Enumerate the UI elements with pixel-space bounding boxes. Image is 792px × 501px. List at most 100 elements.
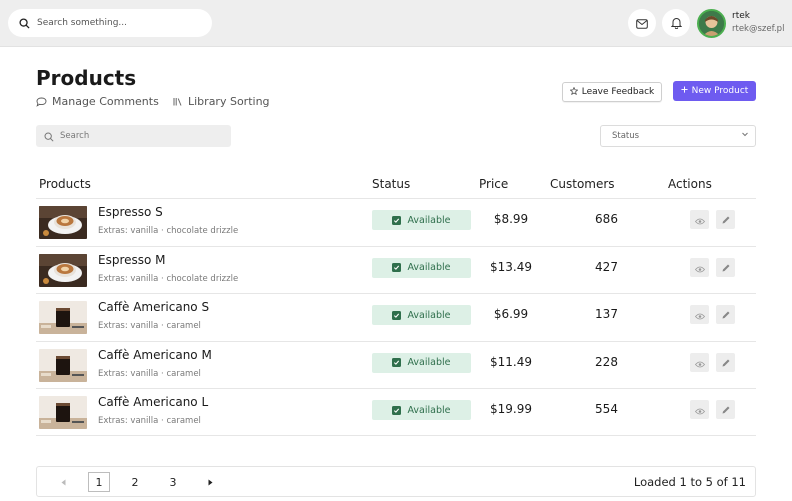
pencil-icon xyxy=(721,210,731,229)
column-header-price: Price xyxy=(479,177,509,191)
view-button[interactable] xyxy=(690,210,709,229)
product-customers: 137 xyxy=(595,307,618,321)
status-badge: Available xyxy=(372,257,471,278)
top-bar: Search something... rtek rtek@szef.pl xyxy=(0,0,792,47)
product-extras: Extras: vanilla · caramel xyxy=(98,416,201,426)
product-image-americano xyxy=(39,301,87,334)
product-search-input[interactable]: Search xyxy=(36,125,231,147)
product-name[interactable]: Espresso M xyxy=(98,253,166,267)
table-row: Caffè Americano M Extras: vanilla · cara… xyxy=(36,340,756,389)
mail-icon xyxy=(636,14,648,33)
pencil-icon xyxy=(721,353,731,372)
page-button-2[interactable]: 2 xyxy=(127,472,143,492)
product-extras: Extras: vanilla · chocolate drizzle xyxy=(98,226,239,236)
status-badge-label: Available xyxy=(407,309,451,321)
check-icon xyxy=(392,310,402,320)
view-button[interactable] xyxy=(690,305,709,324)
product-name[interactable]: Caffè Americano S xyxy=(98,300,209,314)
column-header-products: Products xyxy=(39,177,91,191)
product-price: $8.99 xyxy=(493,212,529,226)
pencil-icon xyxy=(721,305,731,324)
pencil-icon xyxy=(721,400,731,419)
eye-icon xyxy=(694,353,705,372)
status-badge: Available xyxy=(372,400,471,420)
product-customers: 686 xyxy=(595,212,618,226)
pencil-icon xyxy=(721,258,731,277)
comment-icon xyxy=(36,97,47,107)
edit-button[interactable] xyxy=(716,305,735,324)
leave-feedback-button[interactable]: Leave Feedback xyxy=(562,82,662,102)
product-image-espresso xyxy=(39,206,87,239)
check-icon xyxy=(392,358,402,367)
table-row: Espresso S Extras: vanilla · chocolate d… xyxy=(36,198,756,246)
product-customers: 427 xyxy=(595,259,618,274)
library-sorting-link[interactable]: Library Sorting xyxy=(173,95,270,108)
page-button-3[interactable]: 3 xyxy=(165,472,181,492)
star-icon xyxy=(569,86,579,98)
view-button[interactable] xyxy=(690,352,709,372)
prev-page-button[interactable] xyxy=(57,472,69,492)
product-customers: 554 xyxy=(595,402,618,416)
eye-icon xyxy=(694,258,705,277)
product-extras: Extras: vanilla · chocolate drizzle xyxy=(98,273,239,284)
status-badge-label: Available xyxy=(407,404,451,416)
global-search-placeholder: Search something... xyxy=(37,18,128,28)
next-page-button[interactable] xyxy=(204,472,216,492)
check-icon xyxy=(392,215,402,225)
avatar[interactable] xyxy=(697,9,726,38)
product-price: $6.99 xyxy=(493,307,529,321)
product-customers: 228 xyxy=(595,354,618,369)
product-name[interactable]: Caffè Americano M xyxy=(98,348,212,362)
status-filter-select[interactable]: Status xyxy=(600,125,756,147)
product-name[interactable]: Caffè Americano L xyxy=(98,395,208,409)
leave-feedback-label: Leave Feedback xyxy=(581,87,655,97)
edit-button[interactable] xyxy=(716,257,735,277)
pagination-info: Loaded 1 to 5 of 11 xyxy=(633,475,746,489)
table-row: Espresso M Extras: vanilla · chocolate d… xyxy=(36,245,756,294)
product-image-americano xyxy=(39,348,87,382)
product-name[interactable]: Espresso S xyxy=(98,205,163,219)
notifications-button[interactable] xyxy=(662,9,690,37)
edit-button[interactable] xyxy=(716,210,735,229)
messages-button[interactable] xyxy=(628,9,656,37)
view-button[interactable] xyxy=(690,257,709,277)
product-extras: Extras: vanilla · caramel xyxy=(98,321,201,331)
products-table: Espresso S Extras: vanilla · chocolate d… xyxy=(36,198,756,436)
pagination: 1 2 3 Loaded 1 to 5 of 11 xyxy=(36,466,756,497)
column-header-status: Status xyxy=(372,177,411,191)
product-price: $13.49 xyxy=(490,259,532,274)
status-badge-label: Available xyxy=(407,357,451,368)
new-product-label: New Product xyxy=(691,86,749,96)
product-search-placeholder: Search xyxy=(60,131,90,141)
status-badge: Available xyxy=(372,352,471,373)
product-image-espresso xyxy=(39,253,87,287)
page-title: Products xyxy=(36,66,137,90)
bell-icon xyxy=(670,14,682,33)
new-product-button[interactable]: New Product xyxy=(673,81,756,101)
eye-icon xyxy=(694,400,705,419)
check-icon xyxy=(392,405,402,415)
column-header-customers: Customers xyxy=(550,177,615,191)
library-sorting-label: Library Sorting xyxy=(188,95,270,108)
status-filter-value: Status xyxy=(612,131,640,141)
product-price: $19.99 xyxy=(490,402,532,416)
product-price: $11.49 xyxy=(490,354,532,369)
manage-comments-link[interactable]: Manage Comments xyxy=(36,95,159,108)
column-header-actions: Actions xyxy=(668,177,712,191)
status-badge-label: Available xyxy=(407,262,451,273)
chevron-down-icon xyxy=(741,130,749,141)
prev-arrow-icon xyxy=(61,476,66,489)
view-button[interactable] xyxy=(690,400,709,419)
eye-icon xyxy=(694,305,705,324)
table-row: Caffè Americano L Extras: vanilla · cara… xyxy=(36,388,756,436)
table-row: Caffè Americano S Extras: vanilla · cara… xyxy=(36,293,756,341)
edit-button[interactable] xyxy=(716,352,735,372)
user-email: rtek@szef.pl xyxy=(732,24,785,34)
product-extras: Extras: vanilla · caramel xyxy=(98,368,201,379)
search-icon xyxy=(17,16,31,30)
edit-button[interactable] xyxy=(716,400,735,419)
eye-icon xyxy=(694,210,705,229)
global-search-input[interactable]: Search something... xyxy=(8,9,212,37)
page-button-1[interactable]: 1 xyxy=(88,472,110,492)
status-badge: Available xyxy=(372,305,471,325)
